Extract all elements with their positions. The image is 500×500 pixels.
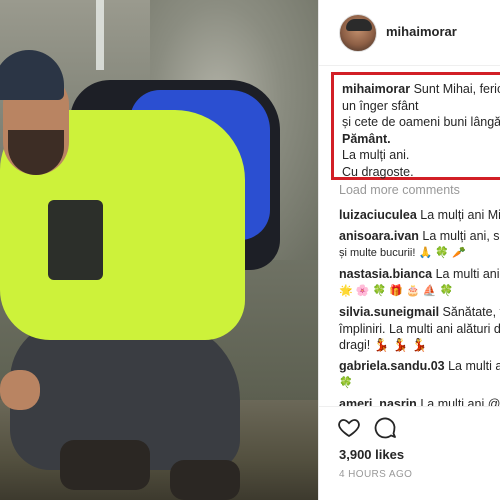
avatar[interactable] [339, 14, 377, 52]
comment-item: gabriela.sandu.03 La multi an 🍀 [339, 358, 500, 391]
comment-bubble-icon[interactable] [373, 415, 397, 439]
post-header: mihaimorar [319, 0, 500, 66]
caption-author[interactable]: mihaimorar [342, 82, 410, 96]
comment-username[interactable]: gabriela.sandu.03 [339, 359, 445, 373]
caption-line: La mulți ani. [342, 148, 410, 162]
heart-icon[interactable] [337, 415, 361, 439]
caption-line: Pământ. [342, 131, 391, 146]
comment-text: La multi ani, F [435, 267, 500, 281]
photo-hand [0, 370, 40, 410]
caption-line: Cu dragoste. [342, 164, 414, 179]
comment-text: dragi! 💃 💃 💃 [339, 338, 428, 352]
photo-cap [0, 50, 64, 100]
photo-boot [170, 460, 240, 500]
photo-boot [60, 440, 150, 490]
post-timestamp[interactable]: 4 HOURS AGO [339, 469, 412, 480]
comment-username[interactable]: nastasia.bianca [339, 267, 432, 281]
post-sidebar: mihaimorar mihaimorar Sunt Mihai, feric … [318, 0, 500, 500]
comment-text: Sănătate, fe [442, 305, 500, 319]
comment-item: anisoara.ivan La mulți ani, san și multe… [339, 228, 500, 261]
load-more-comments-link[interactable]: Load more comments [339, 183, 460, 197]
comment-item: silvia.suneigmail Sănătate, fe împliniri… [339, 304, 500, 354]
comment-text: și multe bucurii! 🙏 🍀 🥕 [339, 246, 466, 259]
caption-line: Sunt Mihai, feric [413, 82, 500, 96]
comment-text: La mulți ani, san [422, 229, 500, 243]
comment-username[interactable]: anisoara.ivan [339, 229, 419, 243]
comment-item: nastasia.bianca La multi ani, F 🌟 🌸 🍀 🎁 … [339, 266, 500, 299]
photo-waterfall [96, 0, 104, 70]
caption-line: și cete de oameni buni lângă [342, 115, 500, 129]
comment-text: La mulți ani Mih [420, 208, 500, 222]
caption-highlight-box: mihaimorar Sunt Mihai, feric un înger sf… [331, 72, 500, 180]
caption-text: mihaimorar Sunt Mihai, feric un înger sf… [342, 81, 500, 180]
comment-emojis: 🍀 [339, 376, 353, 389]
comment-text: împliniri. La multi ani alături d [339, 321, 500, 336]
caption-line: un înger sfânt [342, 98, 419, 113]
header-username[interactable]: mihaimorar [386, 24, 457, 39]
comment-emojis: 🌟 🌸 🍀 🎁 🎂 ⛵ 🍀 [339, 284, 454, 297]
post-photo[interactable] [0, 0, 318, 500]
comment-item: luizaciuculea La mulți ani Mih [339, 207, 500, 224]
photo-jacket-panel [48, 200, 103, 280]
comment-username[interactable]: silvia.suneigmail [339, 305, 439, 319]
likes-count[interactable]: 3,900 likes [339, 447, 404, 462]
comment-username[interactable]: luizaciuculea [339, 208, 417, 222]
post-actions-bar: 3,900 likes 4 HOURS AGO [319, 406, 500, 500]
comment-text: La multi an [448, 359, 500, 373]
